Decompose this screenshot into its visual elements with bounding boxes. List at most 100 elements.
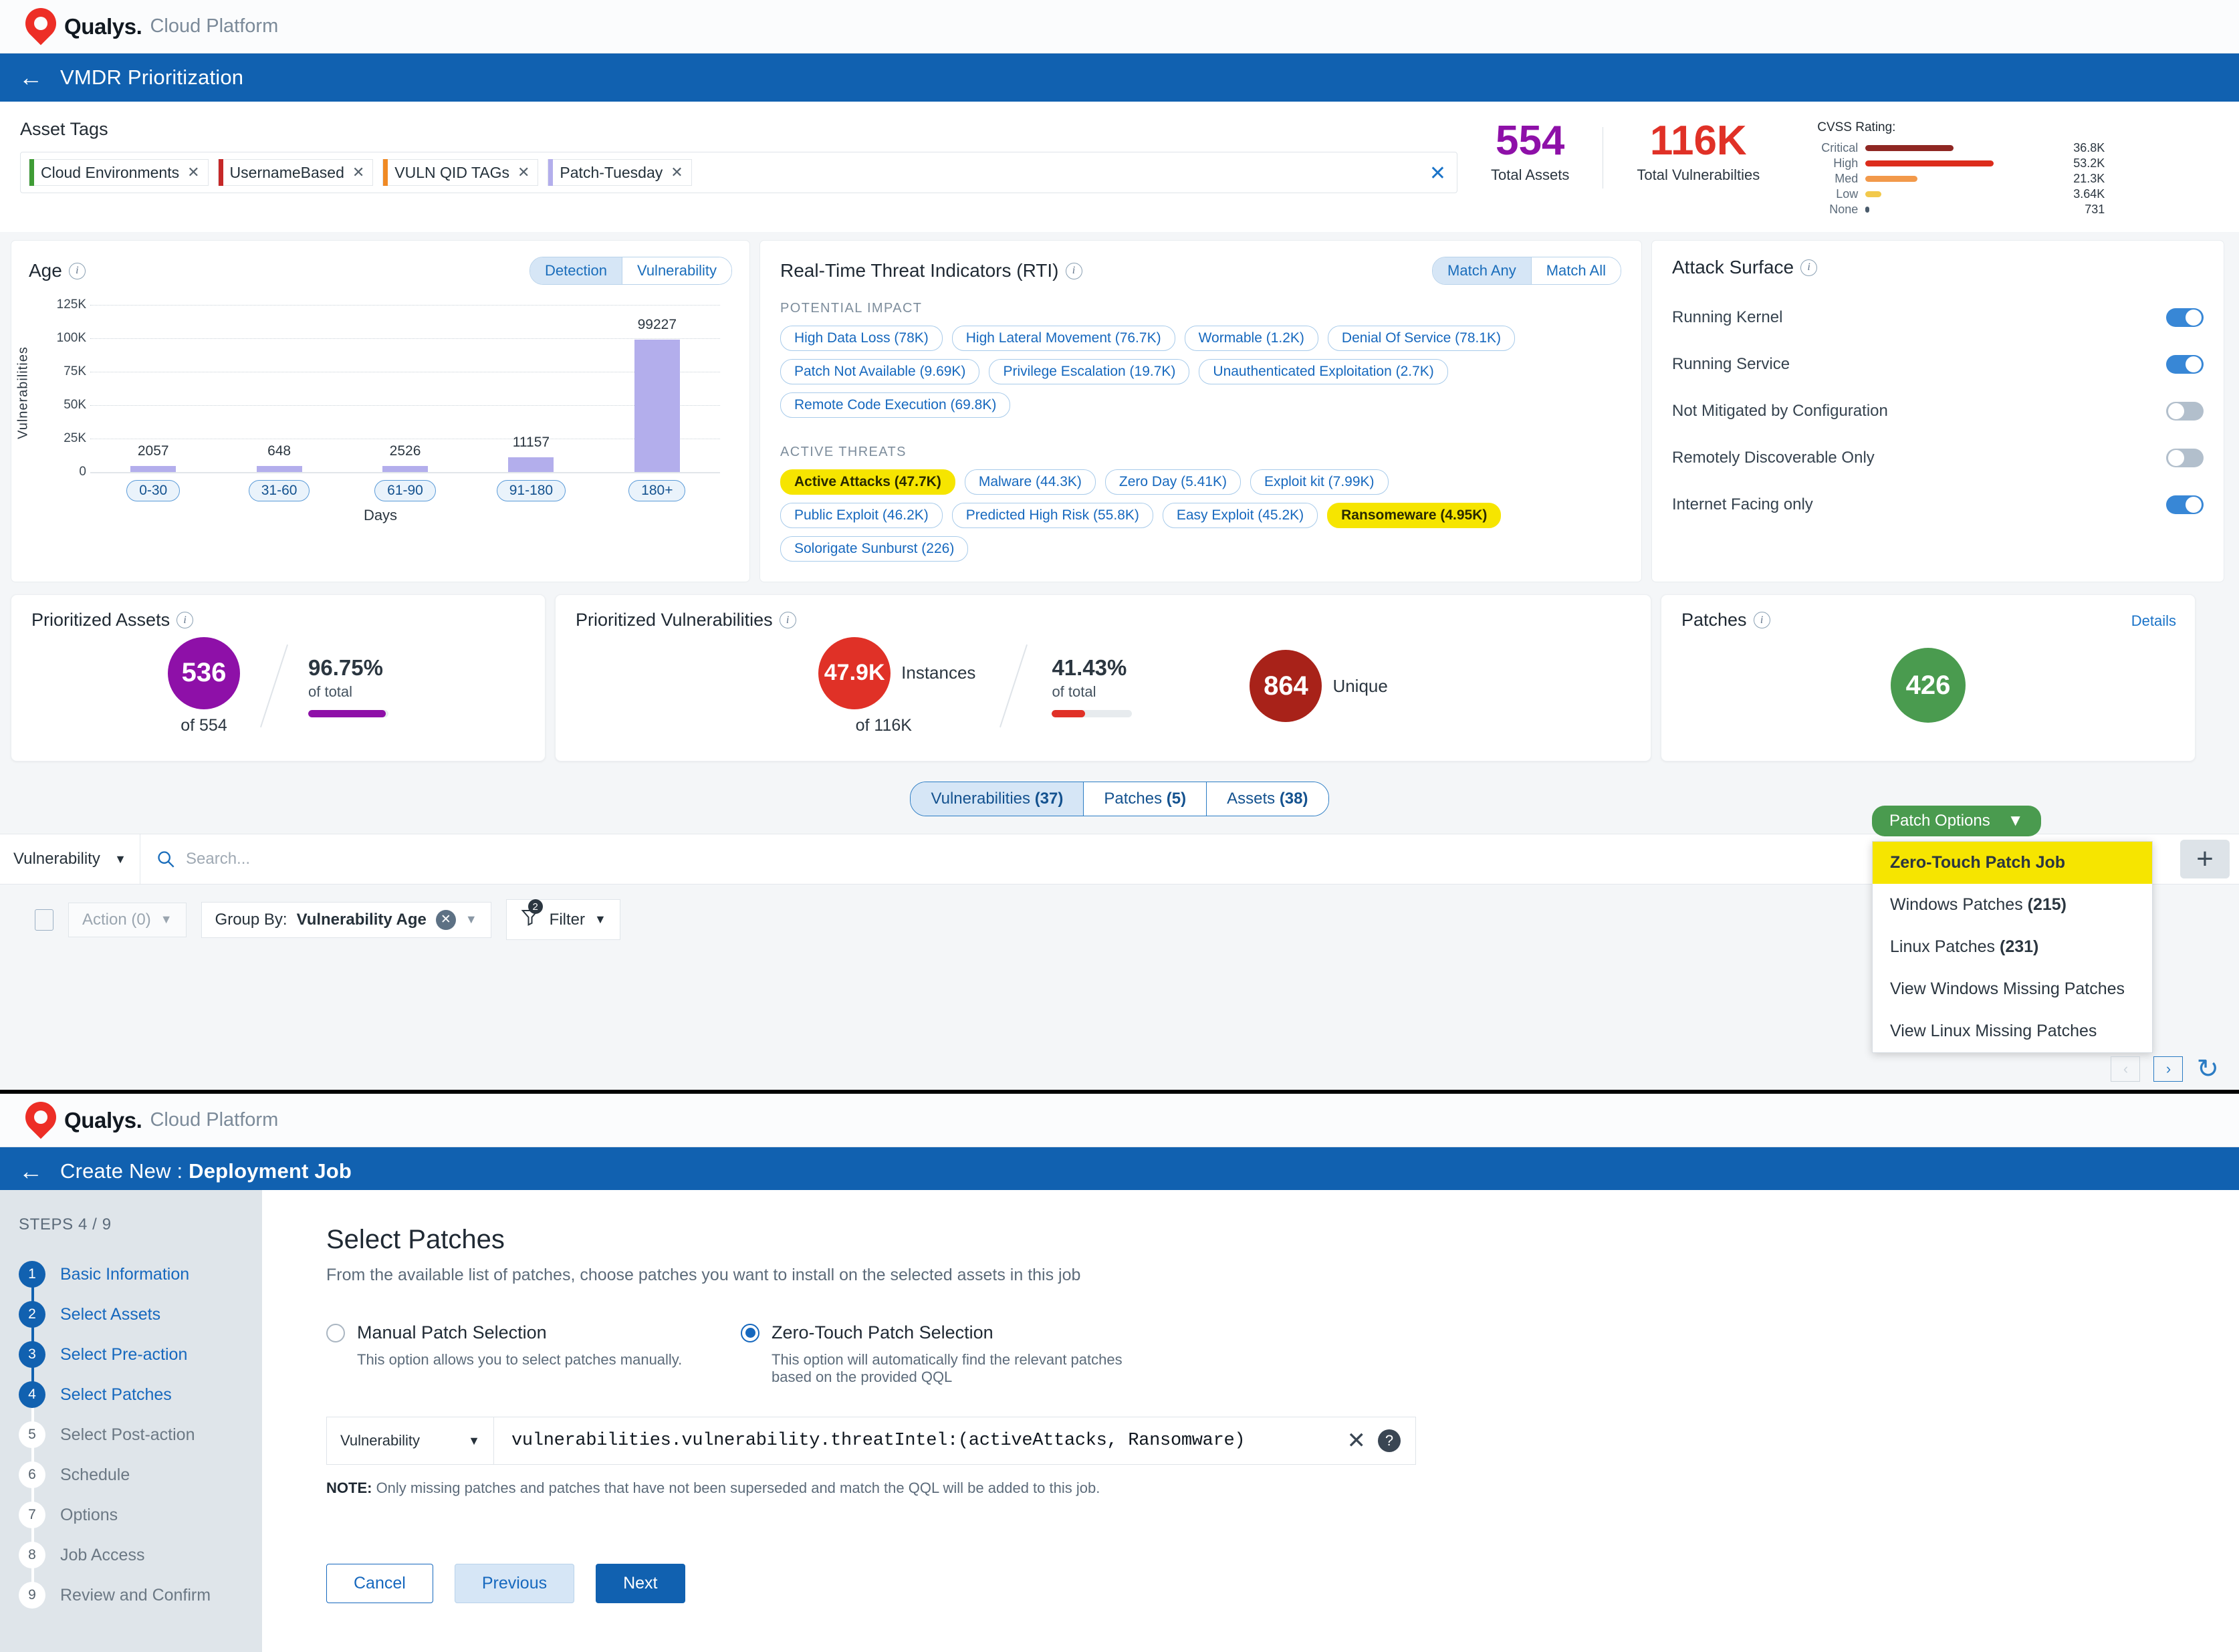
asset-tag-chip[interactable]: UsernameBased ✕ bbox=[217, 159, 374, 186]
next-page-button[interactable]: › bbox=[2153, 1056, 2184, 1082]
info-icon[interactable]: i bbox=[68, 262, 86, 279]
age-mode-toggle[interactable]: Detection Vulnerability bbox=[529, 257, 732, 285]
group-by-dropdown[interactable]: Group By: Vulnerability Age ✕ ▼ bbox=[201, 901, 491, 938]
rti-threat-pill[interactable]: Public Exploit (46.2K) bbox=[780, 503, 943, 528]
cancel-button[interactable]: Cancel bbox=[326, 1564, 433, 1603]
rti-impact-pill[interactable]: Denial Of Service (78.1K) bbox=[1327, 326, 1516, 351]
rti-impact-pill[interactable]: High Data Loss (78K) bbox=[780, 326, 943, 351]
rti-impact-pill[interactable]: Patch Not Available (9.69K) bbox=[780, 359, 980, 384]
rti-match-option[interactable]: Match Any bbox=[1433, 257, 1532, 284]
rti-threat-pill[interactable]: Malware (44.3K) bbox=[964, 469, 1096, 495]
previous-button[interactable]: Previous bbox=[454, 1564, 575, 1603]
rti-threat-pill[interactable]: Ransomeware (4.95K) bbox=[1327, 503, 1502, 528]
qualys-logo[interactable]: Qualys. Cloud Platform bbox=[19, 1, 278, 45]
remove-tag-icon[interactable]: ✕ bbox=[187, 164, 199, 181]
back-arrow-icon[interactable]: ← bbox=[19, 1159, 43, 1183]
clear-group-by-icon[interactable]: ✕ bbox=[435, 909, 456, 930]
remove-tag-icon[interactable]: ✕ bbox=[671, 164, 683, 181]
chart-bar[interactable] bbox=[256, 466, 302, 472]
manual-patch-radio[interactable] bbox=[326, 1323, 345, 1342]
content-tab[interactable]: Patches (5) bbox=[1084, 782, 1207, 816]
chart-bar[interactable] bbox=[508, 457, 554, 472]
asset-tag-chip[interactable]: VULN QID TAGs ✕ bbox=[382, 159, 539, 186]
zero-touch-patch-option[interactable]: Zero-Touch Patch Selection This option w… bbox=[741, 1322, 1155, 1386]
attack-surface-toggle[interactable] bbox=[2166, 402, 2204, 421]
refresh-icon[interactable]: ↻ bbox=[2196, 1054, 2219, 1084]
rti-impact-pill[interactable]: Unauthenticated Exploitation (2.7K) bbox=[1199, 359, 1448, 384]
back-arrow-icon[interactable]: ← bbox=[19, 66, 43, 90]
wizard-step-schedule[interactable]: 6 Schedule bbox=[19, 1455, 262, 1495]
rti-threat-pill[interactable]: Solorigate Sunburst (226) bbox=[780, 536, 969, 562]
wizard-step-select-post-action[interactable]: 5 Select Post-action bbox=[19, 1415, 262, 1455]
qql-scope-select[interactable]: Vulnerability ▼ bbox=[327, 1417, 494, 1464]
chart-x-tick[interactable]: 0-30 bbox=[126, 480, 181, 501]
remove-tag-icon[interactable]: ✕ bbox=[352, 164, 364, 181]
wizard-step-job-access[interactable]: 8 Job Access bbox=[19, 1535, 262, 1575]
chart-x-tick[interactable]: 31-60 bbox=[248, 480, 310, 501]
clear-icon[interactable]: ✕ bbox=[1335, 1427, 1379, 1454]
wizard-step-select-pre-action[interactable]: 3 Select Pre-action bbox=[19, 1334, 262, 1375]
chart-x-tick[interactable]: 91-180 bbox=[496, 480, 566, 501]
chart-bar-column[interactable]: 11157 bbox=[468, 305, 594, 472]
asset-tag-chip[interactable]: Cloud Environments ✕ bbox=[29, 159, 209, 186]
chart-bar-column[interactable]: 2526 bbox=[342, 305, 468, 472]
rti-threat-pill[interactable]: Exploit kit (7.99K) bbox=[1250, 469, 1389, 495]
rti-match-option[interactable]: Match All bbox=[1531, 257, 1621, 284]
asset-tag-chip[interactable]: Patch-Tuesday ✕ bbox=[548, 159, 692, 186]
wizard-step-options[interactable]: 7 Options bbox=[19, 1495, 262, 1535]
content-tab[interactable]: Vulnerabilities (37) bbox=[911, 782, 1084, 816]
asset-tags-input[interactable]: Cloud Environments ✕ UsernameBased ✕ VULN QI… bbox=[20, 152, 1457, 193]
patch-menu-item[interactable]: Zero-Touch Patch Job bbox=[1873, 842, 2152, 884]
filter-dropdown[interactable]: 2 Filter ▼ bbox=[505, 899, 620, 940]
rti-threat-pill[interactable]: Active Attacks (47.7K) bbox=[780, 469, 955, 495]
info-icon[interactable]: i bbox=[1065, 262, 1082, 279]
chart-x-tick[interactable]: 61-90 bbox=[374, 480, 436, 501]
info-icon[interactable]: i bbox=[779, 612, 796, 628]
rti-impact-pill[interactable]: Remote Code Execution (69.8K) bbox=[780, 392, 1011, 418]
add-filter-button[interactable]: + bbox=[2180, 840, 2230, 878]
zero-touch-patch-radio[interactable] bbox=[741, 1323, 759, 1342]
wizard-step-select-patches[interactable]: 4 Select Patches bbox=[19, 1375, 262, 1415]
patches-details-link[interactable]: Details bbox=[2131, 612, 2176, 630]
chart-bar[interactable] bbox=[130, 466, 176, 472]
attack-surface-toggle[interactable] bbox=[2166, 449, 2204, 467]
qql-query-input[interactable]: vulnerabilities.vulnerability.threatInte… bbox=[494, 1431, 1335, 1451]
rti-impact-pill[interactable]: Wormable (1.2K) bbox=[1184, 326, 1318, 351]
rti-impact-pill[interactable]: High Lateral Movement (76.7K) bbox=[951, 326, 1175, 351]
remove-tag-icon[interactable]: ✕ bbox=[517, 164, 529, 181]
attack-surface-toggle[interactable] bbox=[2166, 495, 2204, 514]
chart-bar[interactable] bbox=[382, 466, 429, 472]
chart-bar-column[interactable]: 2057 bbox=[90, 305, 216, 472]
patch-menu-item[interactable]: Windows Patches (215) bbox=[1873, 884, 2152, 926]
age-mode-option[interactable]: Detection bbox=[530, 257, 622, 284]
patch-options-button[interactable]: Patch Options ▼ bbox=[1872, 806, 2041, 836]
qualys-logo[interactable]: Qualys. Cloud Platform bbox=[19, 1094, 278, 1139]
info-icon[interactable]: i bbox=[176, 612, 194, 628]
next-button[interactable]: Next bbox=[596, 1564, 685, 1603]
manual-patch-option[interactable]: Manual Patch Selection This option allow… bbox=[326, 1322, 741, 1386]
patch-menu-item[interactable]: Linux Patches (231) bbox=[1873, 926, 2152, 968]
clear-tags-icon[interactable]: ✕ bbox=[1429, 162, 1446, 185]
select-all-checkbox[interactable] bbox=[35, 909, 53, 931]
attack-surface-toggle[interactable] bbox=[2166, 355, 2204, 374]
search-scope-select[interactable]: Vulnerability ▼ bbox=[0, 834, 140, 884]
patch-options-menu[interactable]: Zero-Touch Patch Job Windows Patches (215… bbox=[1872, 841, 2153, 1053]
rti-impact-pill[interactable]: Privilege Escalation (19.7K) bbox=[989, 359, 1190, 384]
action-dropdown[interactable]: Action (0) ▼ bbox=[68, 902, 187, 937]
info-icon[interactable]: i bbox=[1800, 259, 1818, 276]
patch-menu-item[interactable]: View Linux Missing Patches bbox=[1873, 1010, 2152, 1052]
info-icon[interactable]: i bbox=[1753, 612, 1770, 628]
wizard-step-basic-information[interactable]: 1 Basic Information bbox=[19, 1254, 262, 1294]
wizard-step-review-and-confirm[interactable]: 9 Review and Confirm bbox=[19, 1575, 262, 1615]
chart-bar[interactable] bbox=[634, 339, 680, 472]
age-mode-option[interactable]: Vulnerability bbox=[622, 257, 731, 284]
chart-x-tick[interactable]: 180+ bbox=[628, 480, 686, 501]
rti-threat-pill[interactable]: Easy Exploit (45.2K) bbox=[1162, 503, 1318, 528]
prev-page-button[interactable]: ‹ bbox=[2111, 1056, 2141, 1082]
rti-match-toggle[interactable]: Match Any Match All bbox=[1432, 257, 1621, 285]
wizard-step-select-assets[interactable]: 2 Select Assets bbox=[19, 1294, 262, 1334]
rti-threat-pill[interactable]: Zero Day (5.41K) bbox=[1104, 469, 1241, 495]
help-icon[interactable]: ? bbox=[1378, 1429, 1401, 1452]
chart-bar-column[interactable]: 648 bbox=[216, 305, 342, 472]
content-tab[interactable]: Assets (38) bbox=[1207, 782, 1328, 816]
